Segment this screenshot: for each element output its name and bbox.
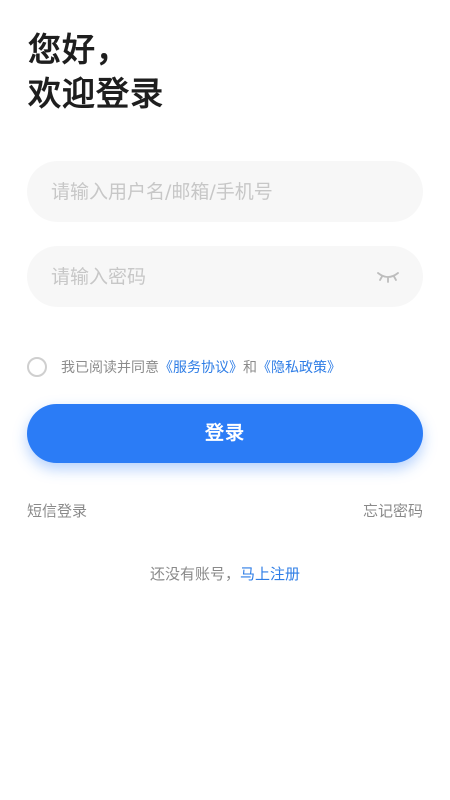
forgot-password-link[interactable]: 忘记密码 (363, 500, 423, 521)
register-prompt: 还没有账号， (149, 565, 240, 583)
service-agreement-link[interactable]: 《服务协议》 (159, 360, 243, 376)
agreement-prefix: 我已阅读并同意 (61, 360, 159, 376)
password-field[interactable] (27, 246, 423, 307)
eye-closed-icon[interactable] (375, 264, 401, 288)
greeting-heading: 您好， 欢迎登录 (28, 28, 164, 116)
username-input[interactable] (51, 161, 371, 222)
privacy-policy-link[interactable]: 《隐私政策》 (257, 360, 341, 376)
greeting-line-2: 欢迎登录 (28, 74, 164, 113)
greeting-line-1: 您好， (28, 30, 130, 69)
agreement-row: 我已阅读并同意《服务协议》和《隐私政策》 (27, 354, 341, 380)
agreement-text: 我已阅读并同意《服务协议》和《隐私政策》 (61, 357, 341, 377)
username-field[interactable] (27, 161, 423, 222)
sms-login-link[interactable]: 短信登录 (27, 500, 87, 521)
agreement-connector: 和 (243, 360, 257, 376)
register-link[interactable]: 马上注册 (240, 565, 300, 583)
register-row: 还没有账号，马上注册 (0, 563, 450, 584)
agreement-checkbox[interactable] (27, 357, 47, 377)
password-input[interactable] (51, 246, 371, 307)
login-button[interactable]: 登录 (27, 404, 423, 463)
